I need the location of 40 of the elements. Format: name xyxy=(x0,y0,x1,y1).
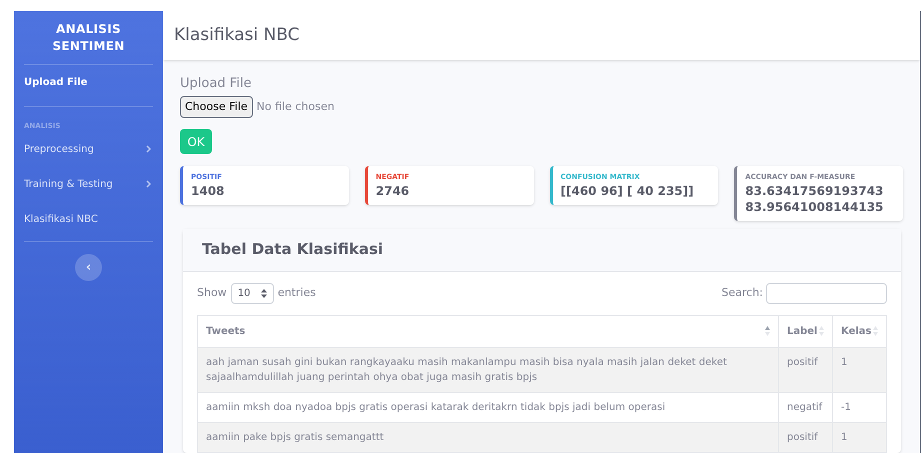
table-cell: positif xyxy=(778,347,832,392)
search-label: Search: xyxy=(722,284,763,301)
sidebar-toggle[interactable]: ‹ xyxy=(75,254,102,280)
ok-button[interactable]: OK xyxy=(180,129,212,154)
table-cell: aamiin mksh doa nyadoa bpjs gratis operasi katarak deritakrn tidak bpjs jadi belum operasi xyxy=(198,392,778,422)
chevron-icon xyxy=(146,145,151,153)
sort-icon xyxy=(819,326,824,336)
card-title: Tabel Data Klasifikasi xyxy=(202,239,384,260)
card-value: [[460 96] [ 40 235]] xyxy=(560,182,695,198)
table-cell: positif xyxy=(778,422,832,452)
card-value: 83.95641008144135 xyxy=(745,198,884,214)
column-header[interactable]: Label xyxy=(778,315,832,347)
table-cell: 1 xyxy=(832,422,886,452)
card-value: 83.63417569193743 xyxy=(745,182,884,198)
file-status: No file chosen xyxy=(256,98,334,114)
show-label: Show xyxy=(197,284,227,301)
table-cell: -1 xyxy=(832,392,886,422)
sort-icon xyxy=(873,326,878,336)
search-field[interactable] xyxy=(766,282,887,304)
column-header[interactable]: Kelas xyxy=(832,315,886,347)
table-cell: 1 xyxy=(832,347,886,392)
entries-label: entries xyxy=(278,284,316,301)
column-header[interactable]: Tweets xyxy=(198,315,778,347)
table-cell: aamiin pake bpjs gratis semangattt xyxy=(198,422,778,452)
nav-item[interactable]: Preprocessing xyxy=(24,132,153,166)
sort-icon xyxy=(765,326,770,336)
upload-heading: Upload File xyxy=(180,75,252,93)
card-value: 2746 xyxy=(376,182,410,198)
page-size-select[interactable]: 10 xyxy=(230,282,274,304)
choose-file-button[interactable]: Choose File xyxy=(180,96,253,118)
nav-item[interactable]: Upload File xyxy=(24,65,153,100)
page-title: Klasifikasi NBC xyxy=(174,24,300,47)
table-cell: aah jaman susah gini bukan rangkayaaku masih makanlampu masih bisa nyala masih jalan deket deket sajaalhamdulillah juang perintah ohya obat juga masih gratis bpjs xyxy=(198,347,778,392)
table-cell: negatif xyxy=(778,392,832,422)
chevron-icon xyxy=(146,180,151,188)
brand: ANALISIS SENTIMEN xyxy=(24,11,153,65)
nav-item[interactable]: Training & Testing xyxy=(24,166,153,202)
nav-item[interactable]: Klasifikasi NBC xyxy=(24,202,153,236)
updown-icon xyxy=(260,288,267,298)
card-value: 1408 xyxy=(191,182,226,198)
